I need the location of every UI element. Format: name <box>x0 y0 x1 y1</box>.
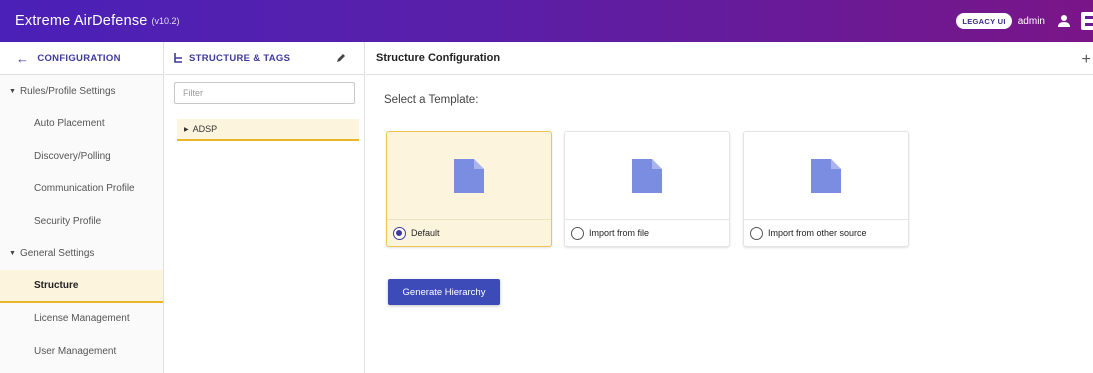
app-title: Extreme AirDefense <box>15 13 148 29</box>
nav-item-license-management[interactable]: License Management <box>0 303 163 336</box>
page-title-text: Structure Configuration <box>376 52 501 64</box>
radio-unselected-icon[interactable] <box>750 226 763 240</box>
nav-group-rules-profile[interactable]: ▼ Rules/Profile Settings <box>0 75 163 108</box>
pencil-icon[interactable] <box>336 53 346 63</box>
config-back-header[interactable]: ← CONFIGURATION <box>0 42 163 75</box>
nav-label: Structure <box>34 279 79 291</box>
tree-node-label: ADSP <box>192 124 218 134</box>
tree-node-adsp[interactable]: ▶ ADSP <box>177 119 359 141</box>
caret-down-icon: ▼ <box>9 250 16 258</box>
page-title: Structure Configuration <box>366 42 1093 75</box>
hierarchy-icon <box>174 52 182 63</box>
nav-label: Discovery/Polling <box>34 150 111 162</box>
nav-label: General Settings <box>19 248 95 260</box>
nav-label: Security Profile <box>34 215 102 227</box>
template-label: Import from file <box>589 228 650 238</box>
nav-label: Auto Placement <box>34 118 105 130</box>
top-bar-actions: LEGACY UI admin <box>956 0 1093 42</box>
main-content: Structure Configuration + Select a Templ… <box>366 42 1093 373</box>
add-icon[interactable]: + <box>1082 51 1091 69</box>
nav-item-communication-profile[interactable]: Communication Profile <box>0 173 163 206</box>
filter-input[interactable] <box>174 82 355 104</box>
template-option[interactable]: Default <box>387 219 551 246</box>
template-card-import-other[interactable]: Import from other source <box>743 131 909 247</box>
legacy-ui-button[interactable]: LEGACY UI <box>956 13 1012 29</box>
caret-right-icon[interactable]: ▶ <box>184 126 189 133</box>
document-icon <box>811 159 841 193</box>
extreme-logo-icon[interactable] <box>1081 12 1093 30</box>
structure-tags-header: STRUCTURE & TAGS <box>165 42 364 75</box>
structure-tags-panel: STRUCTURE & TAGS ▶ ADSP <box>165 42 365 373</box>
template-label: Import from other source <box>768 228 867 238</box>
structure-tags-title: STRUCTURE & TAGS <box>189 52 291 64</box>
radio-selected-icon[interactable] <box>393 226 406 240</box>
template-option[interactable]: Import from file <box>565 219 729 246</box>
template-label: Default <box>411 228 440 238</box>
nav-group-general-settings[interactable]: ▼ General Settings <box>0 238 163 271</box>
select-template-label: Select a Template: <box>384 94 479 106</box>
nav-item-auto-placement[interactable]: Auto Placement <box>0 108 163 141</box>
user-icon[interactable] <box>1057 14 1071 28</box>
radio-unselected-icon[interactable] <box>571 226 584 240</box>
config-header-label: CONFIGURATION <box>37 52 121 64</box>
nav-item-user-management[interactable]: User Management <box>0 335 163 368</box>
template-card-default[interactable]: Default <box>386 131 552 247</box>
nav-item-discovery-polling[interactable]: Discovery/Polling <box>0 140 163 173</box>
nav-label: Rules/Profile Settings <box>19 85 116 97</box>
nav-item-security-profile[interactable]: Security Profile <box>0 205 163 238</box>
document-icon <box>454 159 484 193</box>
template-card-import-file[interactable]: Import from file <box>564 131 730 247</box>
nav-label: License Management <box>34 313 130 325</box>
app-version: (v10.2) <box>151 16 180 26</box>
back-arrow-icon[interactable]: ← <box>16 51 29 66</box>
template-option[interactable]: Import from other source <box>744 219 908 246</box>
top-bar: Extreme AirDefense (v10.2) LEGACY UI adm… <box>0 0 1093 42</box>
generate-hierarchy-button[interactable]: Generate Hierarchy <box>388 279 500 305</box>
nav-item-structure[interactable]: Structure <box>0 270 163 303</box>
user-name[interactable]: admin <box>1018 16 1045 27</box>
nav-label: User Management <box>34 345 117 357</box>
document-icon <box>632 159 662 193</box>
caret-down-icon: ▼ <box>9 87 16 95</box>
nav-label: Communication Profile <box>34 183 135 195</box>
config-sidebar: ← CONFIGURATION ▼ Rules/Profile Settings… <box>0 42 164 373</box>
